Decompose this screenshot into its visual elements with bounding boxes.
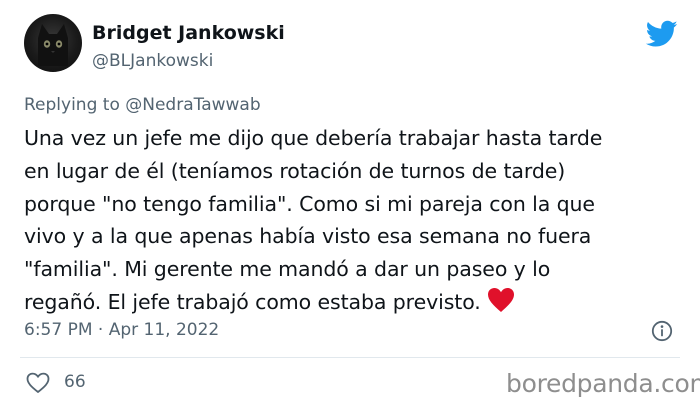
red-heart-emoji-icon bbox=[487, 287, 514, 312]
reply-context: Replying to @NedraTawwab bbox=[24, 95, 261, 115]
watermark: boredpanda.com bbox=[506, 369, 700, 398]
avatar[interactable] bbox=[24, 14, 82, 72]
heart-outline-icon[interactable] bbox=[26, 372, 50, 394]
info-icon[interactable] bbox=[651, 320, 673, 342]
tweet-body: Una vez un jefe me dijo que debería trab… bbox=[24, 126, 603, 314]
tweet-date: Apr 11, 2022 bbox=[108, 320, 220, 340]
tweet-text: Una vez un jefe me dijo que debería trab… bbox=[24, 122, 684, 319]
reply-prefix: Replying to bbox=[24, 95, 120, 115]
tweet-timestamp[interactable]: 6:57 PM · Apr 11, 2022 bbox=[24, 320, 219, 340]
divider bbox=[20, 357, 680, 358]
tweet-time: 6:57 PM bbox=[24, 320, 93, 340]
author-handle[interactable]: @BLJankowski bbox=[92, 51, 213, 71]
reply-mention-link[interactable]: @NedraTawwab bbox=[125, 95, 260, 115]
author-name[interactable]: Bridget Jankowski bbox=[92, 22, 285, 44]
cat-avatar-icon bbox=[38, 24, 68, 66]
like-count: 66 bbox=[64, 372, 86, 392]
timestamp-separator: · bbox=[97, 320, 104, 340]
twitter-bird-icon[interactable] bbox=[646, 20, 678, 48]
